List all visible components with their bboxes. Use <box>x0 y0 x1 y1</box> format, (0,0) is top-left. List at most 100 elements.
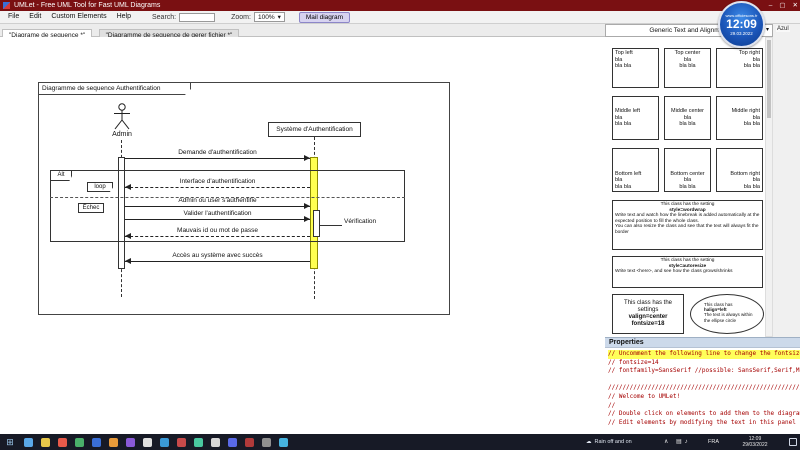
verification-label[interactable]: Vérification <box>344 218 376 225</box>
zoom-value: 100% <box>258 13 275 22</box>
message-demande-authentification[interactable]: Demande d'authentification <box>125 149 310 162</box>
menu-bar: File Edit Custom Elements Help Search: Z… <box>0 11 800 24</box>
palette-element-bottom-right[interactable]: Bottom right bla bla bla <box>716 148 763 192</box>
menu-edit[interactable]: Edit <box>24 11 46 23</box>
taskbar-app-icon[interactable] <box>194 438 203 447</box>
properties-line: // Welcome to UMLet! <box>608 393 800 402</box>
windows-logo-icon: ⊞ <box>6 437 14 447</box>
tray-icons[interactable]: ▤♪ <box>676 434 691 450</box>
palette-element-middle-right[interactable]: Middle right bla bla bla <box>716 96 763 140</box>
verification-leader-line <box>320 225 342 226</box>
menu-custom-elements[interactable]: Custom Elements <box>46 11 111 23</box>
properties-line: // Edit elements by modifying the text i… <box>608 419 800 428</box>
palette-element-autoresize[interactable]: This class has the setting style=autores… <box>612 256 763 288</box>
palette-cell-text: bla bla <box>615 184 656 191</box>
taskbar-app-icon[interactable] <box>279 438 288 447</box>
taskbar-app-icon[interactable] <box>92 438 101 447</box>
clock-widget[interactable]: www.officiesons.fr 12:09 29.03.2022 <box>718 1 765 48</box>
weather-label: Rain off and on <box>595 439 632 445</box>
taskbar-app-icon[interactable] <box>75 438 84 447</box>
palette-element-wordwrap[interactable]: This class has the setting style=wordwra… <box>612 200 763 250</box>
palette-scrollbar[interactable] <box>765 37 773 337</box>
arrowhead-right-icon <box>304 155 310 161</box>
taskbar-app-icon[interactable] <box>109 438 118 447</box>
loop-fragment-label[interactable]: loop <box>87 182 113 192</box>
taskbar-app-icon[interactable] <box>143 438 152 447</box>
zoom-label: Zoom: <box>231 14 251 21</box>
arrowhead-left-icon <box>125 233 131 239</box>
zoom-dropdown[interactable]: 100% ▾ <box>254 12 285 22</box>
taskbar-app-icon[interactable] <box>245 438 254 447</box>
arrowhead-left-icon <box>125 184 131 190</box>
taskbar-app-icon[interactable] <box>58 438 67 447</box>
palette-cell-text: bla bla <box>719 121 760 128</box>
menu-file[interactable]: File <box>3 11 24 23</box>
system-object-box[interactable]: Système d'Authentification <box>268 122 361 137</box>
message-acces-succes[interactable]: Accès au système avec succès <box>125 252 310 265</box>
umlet-window: UMLet - Free UML Tool for Fast UML Diagr… <box>0 0 800 450</box>
taskbar-app-icon[interactable] <box>24 438 33 447</box>
actor-icon[interactable] <box>112 103 132 130</box>
verification-activation-bar[interactable] <box>313 210 320 237</box>
notification-center-icon[interactable] <box>789 438 797 446</box>
taskbar-clock[interactable]: 12:09 29/03/2022 <box>731 436 779 448</box>
palette-cell-text: This class has the settings <box>615 300 681 314</box>
taskbar-app-icon[interactable] <box>211 438 220 447</box>
palette-cell-setting: fontsize=18 <box>615 321 681 328</box>
message-label: Valider l'authentification <box>125 210 310 218</box>
palette-element-middle-center[interactable]: Middle center bla bla bla <box>664 96 711 140</box>
palette-cell-text: The text is always within the ellipse ci… <box>704 312 757 322</box>
properties-line: // Uncomment the following line to chang… <box>608 350 800 359</box>
volume-icon[interactable]: ♪ <box>685 439 691 445</box>
message-label: Interface d'authentification <box>125 178 310 186</box>
taskbar-app-icon[interactable] <box>126 438 135 447</box>
taskbar-app-icon[interactable] <box>177 438 186 447</box>
scrollbar-thumb[interactable] <box>767 40 771 118</box>
diagram-canvas[interactable]: Diagramme de sequence Authentification A… <box>0 37 605 434</box>
palette-element-bottom-left[interactable]: Bottom left bla bla bla <box>612 148 659 192</box>
palette-element-top-right[interactable]: Top right bla bla bla <box>716 48 763 88</box>
palette-element-bottom-center[interactable]: Bottom center bla bla bla <box>664 148 711 192</box>
palette-cell-text: bla bla <box>719 63 760 70</box>
message-admin-authentifie[interactable]: Admin ou user s'authentifie <box>125 197 310 210</box>
echec-label-box[interactable]: Échec <box>78 203 104 213</box>
taskbar-app-icon[interactable] <box>41 438 50 447</box>
umlet-app-icon <box>3 2 10 9</box>
minimize-button[interactable]: – <box>769 0 773 11</box>
properties-line: // fontsize=14 <box>608 359 800 368</box>
cloud-icon: ☁ <box>586 439 592 445</box>
taskbar-app-icon[interactable] <box>160 438 169 447</box>
message-label: Demande d'authentification <box>125 149 310 157</box>
search-input[interactable] <box>179 13 215 22</box>
palette-element-valign-center[interactable]: This class has the settings valign=cente… <box>612 294 684 334</box>
taskbar-app-icon[interactable] <box>262 438 271 447</box>
properties-line: // <box>608 402 800 411</box>
message-valider-authentification[interactable]: Valider l'authentification <box>125 210 310 223</box>
message-label: Admin ou user s'authentifie <box>125 197 310 205</box>
palette-element-top-center[interactable]: Top center bla bla bla <box>664 48 711 88</box>
taskbar-weather[interactable]: ☁ Rain off and on <box>586 434 632 450</box>
properties-line <box>608 376 800 385</box>
close-button[interactable]: ✕ <box>793 0 798 11</box>
mail-diagram-button[interactable]: Mail diagram <box>299 12 350 23</box>
properties-line: ////////////////////////////////////////… <box>608 384 800 393</box>
palette-element-top-left[interactable]: Top left bla bla bla <box>612 48 659 88</box>
palette-element-middle-left[interactable]: Middle left bla bla bla <box>612 96 659 140</box>
tray-chevron-up-icon[interactable]: ∧ <box>664 434 668 450</box>
frame-title-text: Diagramme de sequence Authentification <box>42 85 161 92</box>
message-interface-authentification[interactable]: Interface d'authentification <box>125 178 310 191</box>
language-indicator[interactable]: FRA <box>708 434 719 450</box>
maximize-button[interactable]: ▢ <box>779 0 785 11</box>
palette-element-ellipse[interactable]: This class has halign=left The text is a… <box>690 294 764 334</box>
actor-label: Admin <box>102 131 142 138</box>
message-mauvais-id[interactable]: Mauvais id ou mot de passe <box>125 227 310 240</box>
start-button[interactable]: ⊞ <box>0 434 20 450</box>
menu-help[interactable]: Help <box>112 11 136 23</box>
network-icon[interactable]: ▤ <box>676 439 685 445</box>
palette-canvas[interactable]: Top left bla bla bla Top center bla bla … <box>605 37 765 337</box>
taskbar-app-icon[interactable] <box>228 438 237 447</box>
desktop-label: Azul <box>776 26 790 32</box>
palette-cell-text: bla bla <box>615 63 656 70</box>
properties-header: Properties <box>605 337 800 348</box>
properties-editor[interactable]: // Uncomment the following line to chang… <box>605 348 800 434</box>
